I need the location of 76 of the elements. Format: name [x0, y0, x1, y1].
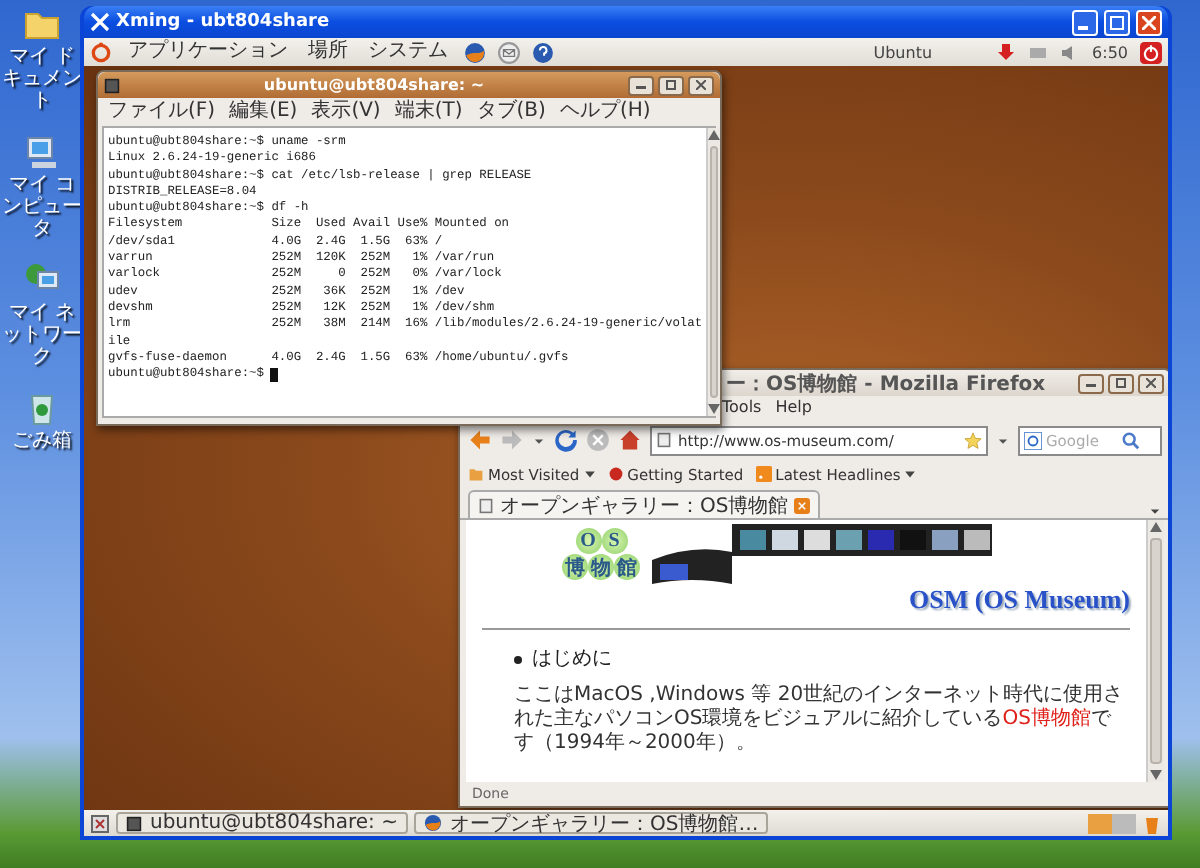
close-icon: [1146, 378, 1156, 388]
mail-icon[interactable]: [498, 41, 520, 63]
search-engine-icon: [1024, 431, 1042, 449]
close-icon: [1142, 15, 1156, 29]
clock[interactable]: 6:50: [1092, 43, 1128, 61]
desktop-icon-label[interactable]: マイ ネットワーク: [0, 302, 84, 368]
bullet-icon: [514, 655, 522, 663]
taskbar-button[interactable]: オープンギャラリー：OS博物館…: [413, 812, 769, 834]
menu-item[interactable]: ファイル(F): [106, 98, 218, 126]
rss-feed-icon: [755, 466, 772, 482]
globe-icon: [423, 814, 442, 832]
maximize-icon: [1116, 378, 1126, 388]
maximize-icon: [666, 80, 676, 90]
help-icon[interactable]: [532, 41, 554, 63]
browser-tab[interactable]: オープンギャラリー：OS博物館: [468, 490, 821, 518]
workspace-switcher-icon[interactable]: [1088, 813, 1136, 833]
site-logo: O S 博 物 館: [562, 528, 640, 580]
menu-item[interactable]: タブ(B): [474, 98, 548, 126]
terminal-icon: [104, 77, 120, 93]
scrollbar[interactable]: [1146, 520, 1164, 782]
computer-icon: [22, 132, 62, 172]
terminal-icon: [126, 815, 142, 831]
ubuntu-logo-icon: [90, 41, 112, 63]
close-button[interactable]: [688, 75, 714, 95]
show-desktop-icon[interactable]: [90, 813, 110, 833]
desktop-icon-label[interactable]: マイ ドキュメント: [0, 46, 84, 112]
taskbar-button[interactable]: ubuntu@ubt804share: ~: [116, 812, 408, 834]
intro-paragraph: ここはMacOS ,Windows 等 20世紀のインターネット時代に使用された主なパソコンOS環境をビジュアルに紹介しているOS博物館です（1994年～2000年）。: [514, 684, 1126, 756]
panel-menu[interactable]: システム: [364, 38, 452, 66]
window-title: ー：OS博物館 - Mozilla Firefox: [724, 371, 1048, 397]
menu-item[interactable]: Help: [773, 394, 814, 422]
scroll-up-arrow-icon[interactable]: [708, 130, 721, 140]
page-icon: [656, 432, 672, 448]
menu-item[interactable]: 編集(E): [227, 98, 300, 126]
menu-item[interactable]: ヘルプ(H): [557, 98, 653, 126]
firefox-icon[interactable]: [464, 41, 486, 63]
desktop-icon-label[interactable]: マイ コンピュータ: [0, 174, 84, 240]
tab-list-caret-icon[interactable]: [1148, 504, 1162, 518]
user-label: Ubuntu: [873, 43, 933, 61]
menu-item[interactable]: Tools: [720, 394, 764, 422]
maximize-button[interactable]: [1108, 373, 1134, 393]
scroll-up-arrow-icon[interactable]: [1150, 522, 1162, 532]
window-title: ubuntu@ubt804share: ~: [261, 76, 487, 94]
minimize-button[interactable]: [1078, 373, 1104, 393]
panel-menu[interactable]: 場所: [304, 38, 352, 66]
update-icon[interactable]: [996, 42, 1017, 62]
menu-item[interactable]: 表示(V): [309, 98, 383, 126]
maximize-icon: [1110, 15, 1124, 29]
search-icon[interactable]: [1122, 431, 1140, 449]
folder-icon: [468, 466, 484, 482]
home-icon[interactable]: [618, 428, 642, 452]
page-icon: [478, 497, 494, 513]
stop-icon[interactable]: [586, 428, 610, 452]
x-logo-icon: [90, 12, 110, 32]
bookmark-icon: [607, 466, 624, 482]
star-icon[interactable]: [964, 431, 982, 449]
minimize-icon: [1086, 378, 1096, 388]
power-icon[interactable]: [1140, 41, 1162, 63]
reload-icon[interactable]: [554, 428, 578, 452]
window-title: Xming - ubt804share: [116, 12, 332, 32]
close-tab-icon[interactable]: [794, 497, 811, 513]
minimize-icon: [636, 80, 646, 90]
close-button[interactable]: [1138, 373, 1164, 393]
site-heading: OSM (OS Museum): [909, 584, 1130, 616]
text-cursor: [269, 367, 278, 382]
scroll-down-arrow-icon[interactable]: [1150, 770, 1162, 780]
maximize-button[interactable]: [658, 75, 684, 95]
minimize-button[interactable]: [628, 75, 654, 95]
close-icon: [696, 80, 706, 90]
menu-item[interactable]: 端末(T): [392, 98, 465, 126]
list-item-text: はじめに: [532, 646, 612, 672]
scroll-down-arrow-icon[interactable]: [708, 404, 721, 414]
panel-menu[interactable]: アプリケーション: [124, 38, 292, 66]
museum-link[interactable]: OS博物館: [1002, 708, 1091, 730]
scrollbar[interactable]: [706, 128, 721, 416]
back-arrow-icon[interactable]: [468, 428, 492, 452]
